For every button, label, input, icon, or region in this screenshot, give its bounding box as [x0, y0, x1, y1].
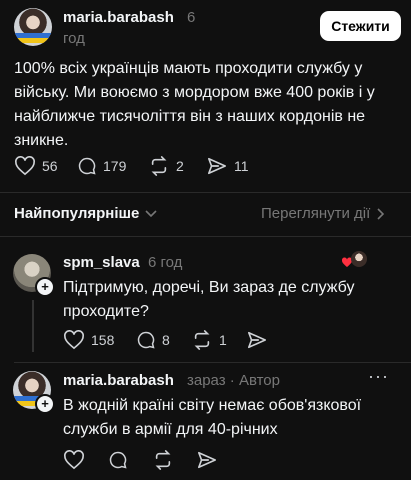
sort-label: Найпопулярніше	[14, 205, 140, 222]
divider	[0, 236, 411, 237]
heart-icon	[64, 330, 84, 350]
comment-count: 8	[162, 332, 170, 348]
comment-count: 179	[103, 158, 127, 174]
share-icon	[208, 157, 226, 175]
reply-text: В жодній країні світу немає обов'язкової…	[63, 397, 362, 438]
divider	[14, 362, 411, 363]
repost-count: 2	[176, 158, 184, 174]
chevron-right-icon	[377, 207, 385, 220]
share-button[interactable]	[246, 330, 268, 350]
follow-plus-badge[interactable]: +	[35, 394, 55, 414]
reply-username[interactable]: spm_slava	[63, 254, 140, 271]
comment-icon	[78, 157, 96, 175]
reply-username[interactable]: maria.barabash	[63, 372, 174, 389]
comment-button[interactable]	[108, 450, 128, 470]
comment-button[interactable]: 8	[136, 330, 170, 350]
like-count: 56	[42, 158, 58, 174]
heart-icon	[64, 450, 84, 470]
repost-button[interactable]: 2	[148, 156, 184, 176]
view-activity-label: Переглянути дії	[261, 205, 371, 222]
reply-text: Підтримую, доречі, Ви зараз де службу пр…	[63, 279, 355, 320]
more-options-icon[interactable]: ···	[368, 366, 389, 387]
repost-count: 1	[219, 332, 227, 348]
repost-button[interactable]	[152, 450, 174, 470]
repost-icon	[155, 450, 171, 470]
comment-icon	[109, 451, 127, 469]
repost-icon	[151, 156, 167, 176]
share-button[interactable]	[196, 450, 218, 470]
sort-dropdown[interactable]: Найпопулярніше	[14, 205, 157, 222]
repost-icon	[194, 330, 210, 350]
post-avatar[interactable]	[14, 8, 52, 46]
post-username[interactable]: maria.barabash	[63, 9, 174, 26]
author-mini-avatar	[351, 251, 367, 267]
like-button[interactable]	[63, 450, 85, 470]
follow-plus-badge[interactable]: +	[35, 277, 55, 297]
thread-line	[32, 300, 34, 352]
like-count: 158	[91, 332, 115, 348]
author-liked-indicator	[341, 251, 369, 271]
follow-button[interactable]: Стежити	[320, 11, 401, 41]
comment-icon	[137, 331, 155, 349]
like-button[interactable]: 56	[14, 156, 58, 176]
repost-button[interactable]: 1	[191, 330, 227, 350]
comment-button[interactable]: 179	[77, 156, 126, 176]
chevron-down-icon	[145, 209, 157, 217]
post-text: 100% всіх українців мають проходити служ…	[14, 60, 375, 149]
heart-icon	[15, 156, 35, 176]
view-activity-link[interactable]: Переглянути дії	[261, 205, 385, 222]
like-button[interactable]: 158	[63, 330, 114, 350]
divider	[0, 192, 411, 193]
share-button[interactable]: 11	[206, 156, 249, 176]
post-time-unit: год	[63, 30, 85, 47]
reply-time: зараз · Автор	[187, 372, 280, 389]
reply-time: 6 год	[148, 254, 183, 271]
post-time-value: 6	[187, 9, 196, 26]
share-icon	[248, 331, 266, 349]
share-count: 11	[234, 158, 249, 174]
share-icon	[198, 451, 216, 469]
